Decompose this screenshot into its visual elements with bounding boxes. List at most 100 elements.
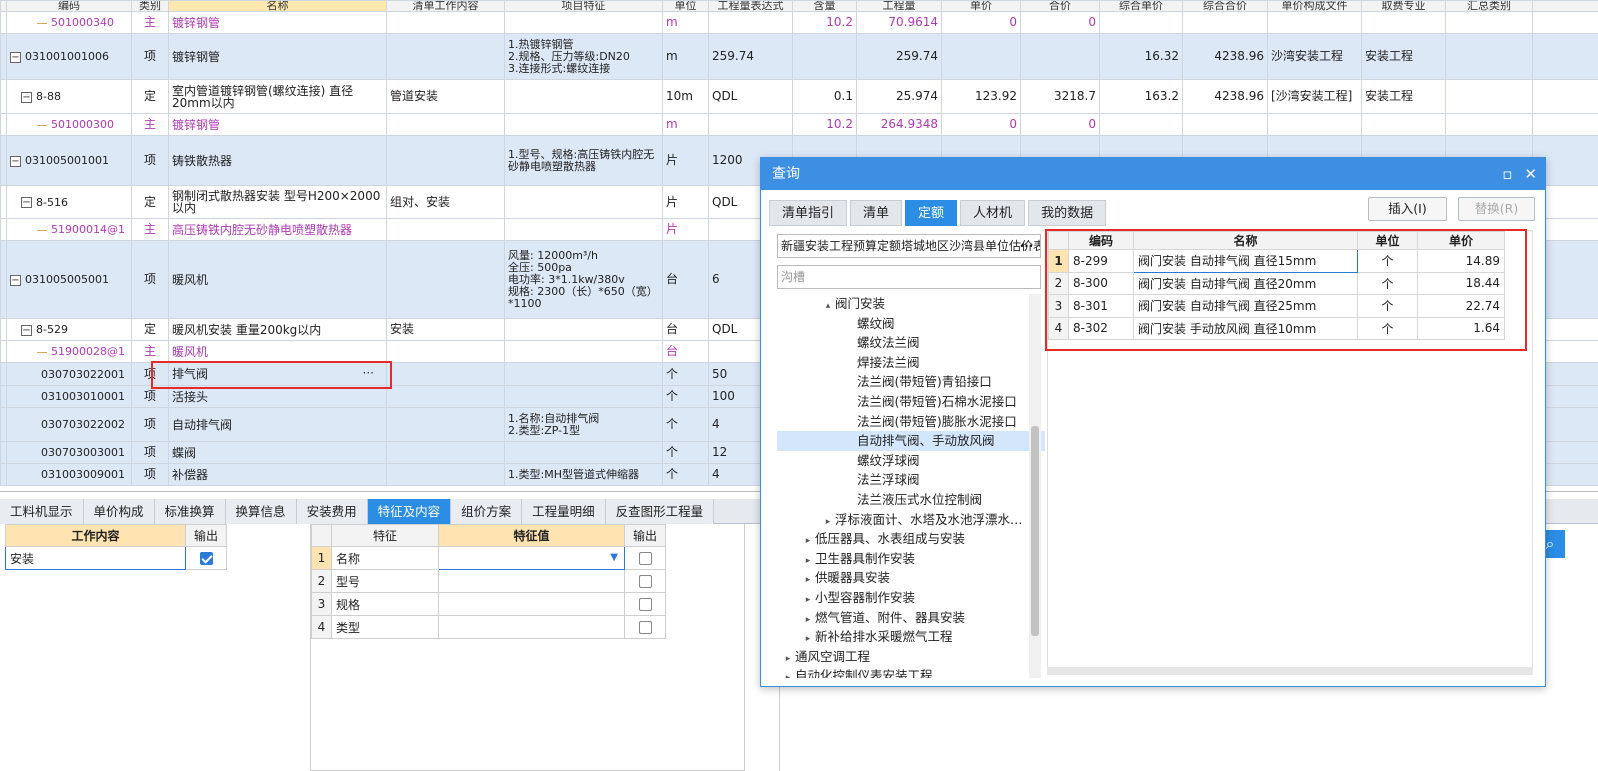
cell-work[interactable] bbox=[386, 135, 505, 186]
table-row[interactable]: 501000300 主 镀锌钢管 m 10.2 264.9348 0 0 bbox=[0, 113, 1598, 136]
cell-code[interactable]: −8-529 bbox=[6, 318, 132, 341]
cell-type[interactable]: 项 bbox=[131, 33, 169, 80]
insert-button[interactable]: 插入(I) bbox=[1368, 197, 1447, 221]
col-header[interactable]: 含量 bbox=[792, 0, 857, 12]
tree-node[interactable]: 螺纹阀 bbox=[777, 314, 1045, 334]
cell-work[interactable] bbox=[386, 340, 505, 363]
cell-total[interactable] bbox=[1020, 33, 1100, 80]
col-header[interactable]: 名称 bbox=[168, 0, 387, 12]
cell-unit[interactable]: 个 bbox=[662, 463, 709, 486]
tree-node[interactable]: ▸ 低压器具、水表组成与安装 bbox=[777, 529, 1045, 549]
cell-utotal[interactable]: 4238.96 bbox=[1182, 79, 1268, 114]
cell-unit[interactable]: m bbox=[662, 113, 709, 136]
result-name[interactable]: 阀门安装 自动排气阀 直径20mm bbox=[1133, 271, 1358, 295]
result-unit[interactable]: 个 bbox=[1357, 249, 1418, 273]
result-code[interactable]: 8-301 bbox=[1068, 294, 1134, 318]
result-price[interactable]: 22.74 bbox=[1417, 294, 1505, 318]
cell-content[interactable]: 10.2 bbox=[792, 113, 857, 136]
tree-node[interactable]: 法兰阀(带短管)膨胀水泥接口 bbox=[777, 412, 1045, 432]
cell-name[interactable]: 暖风机 bbox=[168, 340, 387, 363]
tab-dialog-2[interactable]: 定额 bbox=[905, 200, 958, 226]
cell-unit[interactable]: 台 bbox=[662, 240, 709, 319]
cell-qty[interactable]: 70.9614 bbox=[856, 11, 942, 34]
table-row[interactable]: −031001001006 项 镀锌钢管 1.热镀锌钢管 2.规格、压力等级:DN20… bbox=[0, 33, 1598, 80]
cell-price[interactable] bbox=[941, 33, 1021, 80]
cell-work[interactable] bbox=[386, 33, 505, 80]
cell-qty[interactable]: 25.974 bbox=[856, 79, 942, 114]
cell-total[interactable]: 0 bbox=[1020, 11, 1100, 34]
more-button[interactable]: ··· bbox=[363, 367, 374, 380]
cell-work[interactable] bbox=[386, 441, 505, 464]
col-header[interactable]: 合价 bbox=[1020, 0, 1100, 12]
cell-name[interactable]: 镀锌钢管 bbox=[168, 11, 387, 34]
col-header[interactable]: 项目特征 bbox=[504, 0, 663, 12]
cell-uprice[interactable]: 163.2 bbox=[1099, 79, 1183, 114]
feature-value[interactable] bbox=[438, 615, 625, 639]
cell-unit[interactable]: m bbox=[662, 33, 709, 80]
col-header[interactable]: 取费专业 bbox=[1361, 0, 1446, 12]
result-name[interactable]: 阀门安装 手动放风阀 直径10mm bbox=[1133, 316, 1358, 340]
cell-type[interactable]: 项 bbox=[131, 135, 169, 186]
tree-node[interactable]: 焊接法兰阀 bbox=[777, 353, 1045, 373]
cell-code[interactable]: 031003010001 bbox=[6, 385, 132, 408]
result-col-header[interactable]: 单位 bbox=[1357, 231, 1418, 250]
cell-feat[interactable] bbox=[504, 441, 663, 464]
cell-code[interactable]: 031003009001 bbox=[6, 463, 132, 486]
tab-bottom-2[interactable]: 标准换算 bbox=[154, 499, 226, 524]
cell-unit[interactable]: m bbox=[662, 11, 709, 34]
cell-expr[interactable]: 259.74 bbox=[708, 33, 793, 80]
col-header[interactable]: 工程量表达式 bbox=[708, 0, 793, 12]
output-checkbox[interactable] bbox=[638, 575, 652, 588]
tree-node[interactable]: ▸ 燃气管道、附件、器具安装 bbox=[777, 608, 1045, 628]
cell-utotal[interactable] bbox=[1182, 113, 1268, 136]
cell-name[interactable]: 高压铸铁内腔无砂静电喷塑散热器 bbox=[168, 218, 387, 241]
cell-feat[interactable] bbox=[504, 385, 663, 408]
feature-row[interactable]: 2 型号 bbox=[311, 569, 666, 593]
search-input[interactable]: 沟槽 bbox=[777, 265, 1041, 289]
cell-file[interactable] bbox=[1267, 11, 1362, 34]
cell-type[interactable]: 项 bbox=[131, 240, 169, 319]
result-col-header[interactable]: 单价 bbox=[1417, 231, 1505, 250]
result-price[interactable]: 14.89 bbox=[1417, 249, 1505, 273]
result-code[interactable]: 8-302 bbox=[1068, 316, 1134, 340]
collapse-icon[interactable]: − bbox=[21, 91, 32, 103]
cell-qty[interactable]: 259.74 bbox=[856, 33, 942, 80]
dropdown-arrow-icon[interactable]: ▼ bbox=[610, 552, 618, 563]
cell-expr[interactable] bbox=[708, 113, 793, 136]
library-more-button[interactable]: ··· bbox=[1013, 235, 1040, 257]
cell-name[interactable]: 补偿器 bbox=[168, 463, 387, 486]
cell-code[interactable]: −031001001006 bbox=[6, 33, 132, 80]
tab-bottom-3[interactable]: 换算信息 bbox=[225, 499, 297, 524]
cell-work[interactable] bbox=[386, 385, 505, 408]
cell-code[interactable]: −8-516 bbox=[6, 185, 132, 219]
replace-button[interactable]: 替换(R) bbox=[1458, 197, 1535, 221]
feature-row[interactable]: 4 类型 bbox=[311, 615, 666, 639]
cell-work[interactable] bbox=[386, 113, 505, 136]
feature-value[interactable] bbox=[438, 569, 625, 593]
feature-output[interactable] bbox=[624, 569, 666, 593]
col-header[interactable]: 工程量 bbox=[856, 0, 942, 12]
cell-code[interactable]: 51900014@1 bbox=[6, 218, 132, 241]
output-checkbox[interactable] bbox=[638, 552, 652, 565]
cell-type[interactable]: 项 bbox=[131, 407, 169, 442]
cell-price[interactable]: 123.92 bbox=[941, 79, 1021, 114]
cell-work[interactable]: 管道安装 bbox=[386, 79, 505, 114]
col-header[interactable]: 类别 bbox=[131, 0, 169, 12]
maximize-icon[interactable]: ▫ bbox=[1502, 158, 1512, 190]
tree-scroll-thumb[interactable] bbox=[1031, 426, 1039, 636]
cell-type[interactable]: 定 bbox=[131, 318, 169, 341]
cell-feat[interactable] bbox=[504, 218, 663, 241]
cell-work[interactable] bbox=[386, 407, 505, 442]
result-code[interactable]: 8-300 bbox=[1068, 271, 1134, 295]
dialog-title-bar[interactable]: 查询 ▫ ✕ bbox=[761, 158, 1545, 190]
tree-node[interactable]: ▸ 浮标液面计、水塔及水池浮漂水… bbox=[777, 510, 1045, 530]
tree-node[interactable]: 螺纹法兰阀 bbox=[777, 333, 1045, 353]
tree-node[interactable]: 法兰液压式水位控制阀 bbox=[777, 490, 1045, 510]
result-price[interactable]: 1.64 bbox=[1417, 316, 1505, 340]
cell-work[interactable]: 组对、安装 bbox=[386, 185, 505, 219]
col-header[interactable]: 单价构成文件 bbox=[1267, 0, 1362, 12]
expand-right-icon[interactable]: ▸ bbox=[781, 669, 795, 678]
tree-node[interactable]: ▸ 供暖器具安装 bbox=[777, 568, 1045, 588]
tree-node[interactable]: 法兰阀(带短管)青铅接口 bbox=[777, 372, 1045, 392]
cell-content[interactable] bbox=[792, 33, 857, 80]
